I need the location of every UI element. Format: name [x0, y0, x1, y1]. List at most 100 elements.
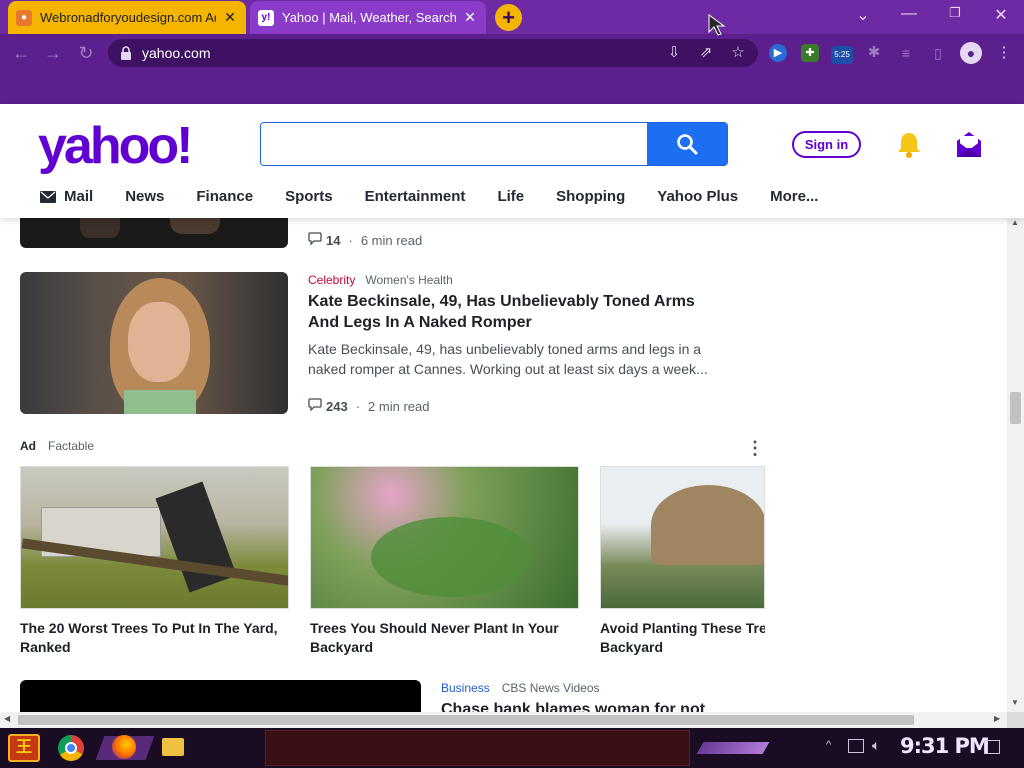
timer-extension-icon[interactable]: 5:25 — [831, 46, 853, 64]
nav-entertainment[interactable]: Entertainment — [365, 188, 466, 205]
clock[interactable]: 9:31 PM — [900, 734, 990, 758]
ad-card-title[interactable]: Avoid Planting These Trees Backyard — [600, 619, 765, 657]
category-source[interactable]: CBS News Videos — [502, 681, 600, 695]
bookmarks-strip — [0, 72, 1024, 104]
search-button[interactable] — [647, 123, 727, 165]
start-button[interactable]: 王 — [8, 734, 40, 762]
category-womens-health[interactable]: Women's Health — [365, 273, 452, 287]
yahoo-header: yahoo! Sign in Mail News Finance Sports … — [0, 104, 1024, 218]
comment-icon[interactable] — [308, 232, 322, 248]
ad-card-image[interactable] — [20, 466, 289, 609]
tab-search-chevron-icon[interactable]: ⌄ — [848, 5, 878, 25]
story-thumbnail[interactable] — [20, 272, 288, 414]
mouse-cursor-icon — [708, 14, 726, 36]
yahoo-nav: Mail News Finance Sports Entertainment L… — [40, 188, 850, 205]
envelope-icon — [40, 190, 56, 203]
story-summary: Kate Beckinsale, 49, has unbelievably to… — [308, 341, 708, 377]
tab-yahoo[interactable]: y! Yahoo | Mail, Weather, Search ✕ — [250, 1, 486, 34]
scroll-down-arrow-icon[interactable]: ▼ — [1011, 698, 1019, 707]
webronad-favicon-icon: ● — [16, 9, 32, 26]
ad-title-line: Avoid Planting These Trees — [600, 620, 765, 636]
reload-button[interactable]: ↻ — [75, 42, 97, 64]
bell-icon[interactable] — [894, 130, 924, 160]
story-headline[interactable]: Kate Beckinsale, 49, Has Unbelievably To… — [308, 291, 708, 333]
omnibox[interactable]: yahoo.com ⇩ ⇗ ☆ — [108, 39, 758, 67]
close-icon[interactable]: ✕ — [462, 9, 478, 26]
ad-options-kebab-icon[interactable]: ⋮ — [746, 439, 764, 460]
yahoo-logo[interactable]: yahoo! — [38, 116, 193, 176]
ad-card-image[interactable] — [600, 466, 765, 609]
ad-label: Ad — [20, 439, 36, 453]
nav-mail[interactable]: Mail — [40, 188, 93, 205]
puzzle-extensions-icon[interactable]: ✱ — [865, 44, 883, 62]
close-icon[interactable]: ✕ — [222, 9, 238, 26]
category-celebrity[interactable]: Celebrity — [308, 273, 355, 287]
install-icon[interactable]: ⇩ — [664, 43, 684, 63]
back-button[interactable]: ← — [10, 42, 32, 64]
ad-card-image[interactable] — [310, 466, 579, 609]
profile-avatar-icon[interactable]: ● — [960, 42, 982, 64]
signin-button[interactable]: Sign in — [792, 131, 861, 158]
forward-button[interactable]: → — [42, 42, 64, 64]
scrollbar-thumb[interactable] — [18, 715, 914, 725]
story-categories: Celebrity Women's Health — [308, 273, 453, 287]
search-input[interactable] — [261, 123, 647, 165]
nav-shopping[interactable]: Shopping — [556, 188, 625, 205]
new-tab-button[interactable]: + — [495, 4, 522, 31]
tab-title: Webronadforyoudesign.com Ad — [40, 10, 216, 25]
nav-life[interactable]: Life — [497, 188, 524, 205]
nav-news[interactable]: News — [125, 188, 164, 205]
ad-sponsor[interactable]: Factable — [48, 439, 94, 453]
chrome-taskbar-icon[interactable] — [58, 735, 84, 761]
nav-sports[interactable]: Sports — [285, 188, 333, 205]
tab-strip: ● Webronadforyoudesign.com Ad ✕ y! Yahoo… — [0, 0, 1024, 34]
media-control-icon[interactable]: ≡ — [897, 44, 915, 62]
tab-title: Yahoo | Mail, Weather, Search — [282, 10, 456, 25]
comment-icon[interactable] — [308, 398, 322, 414]
network-icon[interactable] — [848, 739, 864, 753]
lock-icon — [120, 46, 132, 60]
firefox-taskbar-icon[interactable] — [112, 735, 136, 759]
ad-title-line: Backyard — [310, 639, 374, 655]
category-business[interactable]: Business — [441, 681, 490, 695]
taskbar-wallpaper-area — [265, 730, 690, 766]
kebab-menu-icon[interactable]: ⋮ — [995, 44, 1013, 62]
ad-card-title[interactable]: The 20 Worst Trees To Put In The Yard, R… — [20, 619, 290, 657]
scroll-right-arrow-icon[interactable]: ▶ — [994, 714, 1000, 723]
comment-count[interactable]: 14 — [326, 233, 340, 248]
ad-card-title[interactable]: Trees You Should Never Plant In Your Bac… — [310, 619, 580, 657]
notifications-icon[interactable] — [984, 740, 1000, 754]
story-categories: Business CBS News Videos — [441, 681, 600, 695]
nav-finance[interactable]: Finance — [196, 188, 253, 205]
volume-icon[interactable]: 🔈︎ — [872, 737, 880, 754]
vertical-scrollbar[interactable]: ▲ ▼ — [1007, 218, 1024, 712]
tab-webronad[interactable]: ● Webronadforyoudesign.com Ad ✕ — [8, 1, 246, 34]
story-headline[interactable]: Chase bank blames woman for not — [441, 699, 761, 712]
horizontal-scrollbar[interactable]: ◀ ▶ — [0, 712, 1007, 728]
bookmark-star-icon[interactable]: ☆ — [728, 43, 748, 63]
yahoo-favicon-icon: y! — [258, 9, 274, 26]
nav-more[interactable]: More... — [770, 188, 818, 205]
ad-title-line: Backyard — [600, 639, 664, 655]
ad-header: Ad Factable — [20, 439, 94, 453]
scroll-left-arrow-icon[interactable]: ◀ — [4, 714, 10, 723]
tray-chevron-icon[interactable]: ^ — [826, 739, 831, 751]
restore-button[interactable]: ❐ — [940, 5, 970, 25]
mail-icon[interactable] — [954, 130, 984, 160]
address-bar-row: ← → ↻ yahoo.com ⇩ ⇗ ☆ ▶ ✚ 5:25 ✱ ≡ ▯ ● ⋮ — [0, 34, 1024, 72]
close-window-button[interactable]: ✕ — [986, 5, 1016, 25]
url-text: yahoo.com — [142, 45, 211, 61]
scrollbar-thumb[interactable] — [1010, 392, 1021, 424]
nav-yahoo-plus[interactable]: Yahoo Plus — [657, 188, 738, 205]
minimize-button[interactable]: — — [894, 5, 924, 25]
video-thumbnail[interactable] — [20, 680, 421, 712]
file-explorer-taskbar-icon[interactable] — [162, 738, 184, 756]
share-icon[interactable]: ⇗ — [696, 43, 716, 63]
story-thumbnail[interactable] — [20, 218, 288, 248]
taskbar-decor — [696, 742, 770, 754]
scroll-up-arrow-icon[interactable]: ▲ — [1011, 218, 1019, 227]
play-extension-icon[interactable]: ▶ — [769, 44, 787, 62]
side-panel-icon[interactable]: ▯ — [929, 44, 947, 62]
comment-count[interactable]: 243 — [326, 399, 348, 414]
extension-icon[interactable]: ✚ — [801, 44, 819, 62]
